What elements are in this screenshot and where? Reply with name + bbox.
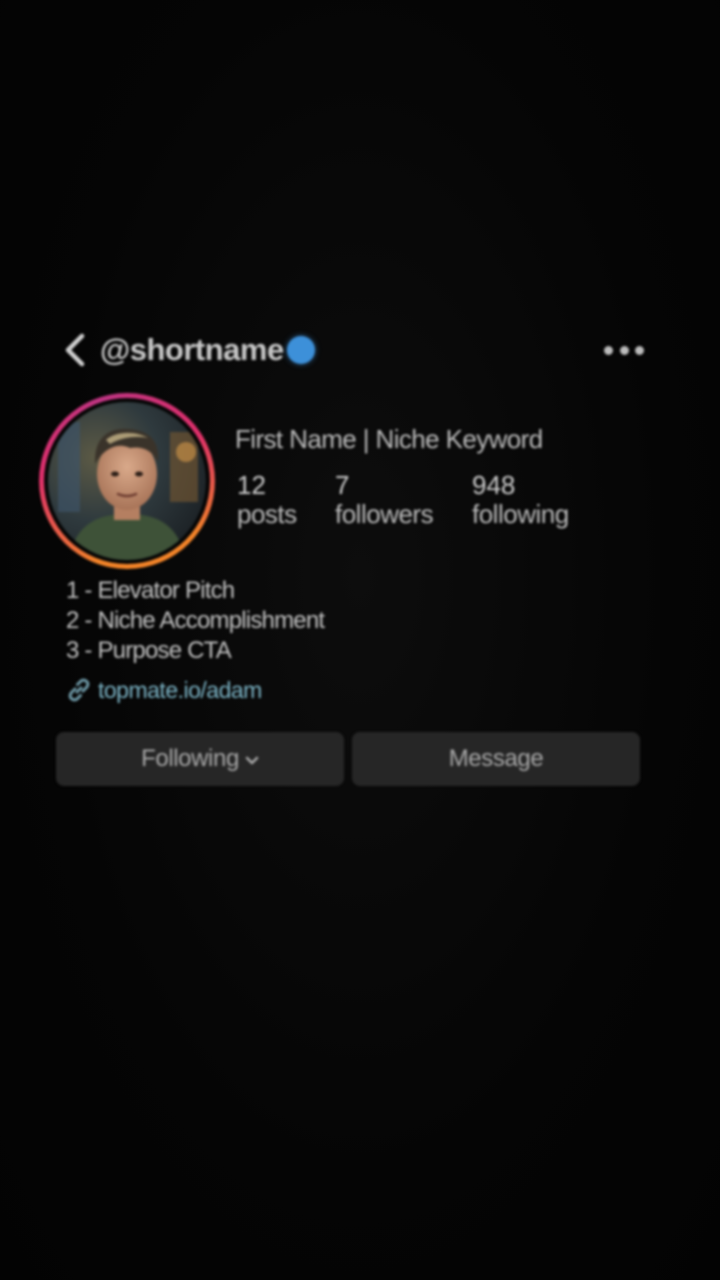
followers-stat[interactable]: 7 followers (335, 470, 434, 529)
following-stat[interactable]: 948 following (472, 470, 569, 528)
more-options-button[interactable] (604, 340, 644, 360)
avatar[interactable] (48, 402, 206, 560)
link-icon (68, 678, 90, 702)
posts-count: 12 (237, 470, 266, 500)
more-horizontal-icon (604, 345, 613, 355)
chevron-down-icon (245, 756, 259, 765)
chevron-left-icon (65, 333, 85, 367)
following-count: 948 (472, 470, 516, 500)
back-button[interactable] (60, 332, 92, 368)
following-button[interactable]: Following (56, 732, 344, 786)
following-label: following (472, 499, 569, 529)
profile-view: @shortname First Name | Niche Keyword 12… (0, 0, 720, 1280)
verified-badge-icon (287, 336, 315, 364)
posts-label: posts (237, 499, 297, 529)
story-ring (39, 393, 215, 569)
bio-line: 2 - Niche Accomplishment (66, 607, 325, 634)
profile-photo (48, 402, 206, 560)
display-name: First Name | Niche Keyword (235, 424, 543, 454)
posts-stat[interactable]: 12 posts (237, 470, 297, 528)
followers-label: followers (335, 499, 434, 529)
message-button[interactable]: Message (352, 732, 640, 786)
screen: @shortname First Name | Niche Keyword 12… (0, 0, 720, 1280)
profile-header: @shortname (56, 326, 656, 374)
bio-link-text: topmate.io/adam (98, 676, 262, 703)
username: @shortname (100, 332, 284, 367)
following-button-label: Following (141, 745, 239, 772)
more-horizontal-icon (619, 345, 629, 355)
more-horizontal-icon (635, 345, 644, 355)
followers-count: 7 (335, 470, 350, 500)
message-button-label: Message (448, 745, 544, 772)
bio-line: 1 - Elevator Pitch (66, 577, 235, 604)
bio-link[interactable]: topmate.io/adam (66, 674, 262, 706)
bio-line: 3 - Purpose CTA (66, 637, 232, 664)
bio: 1 - Elevator Pitch 2 - Niche Accomplishm… (66, 576, 325, 666)
